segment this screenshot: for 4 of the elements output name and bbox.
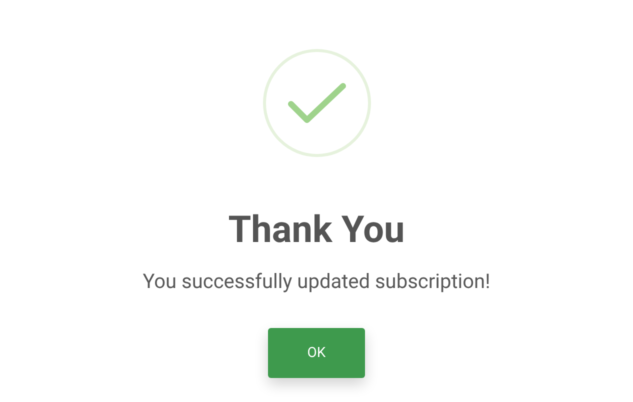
ok-button[interactable]: OK	[268, 328, 365, 378]
success-check-icon	[262, 49, 370, 157]
dialog-title: Thank You	[228, 209, 405, 253]
dialog-message: You successfully updated subscription!	[142, 268, 490, 294]
